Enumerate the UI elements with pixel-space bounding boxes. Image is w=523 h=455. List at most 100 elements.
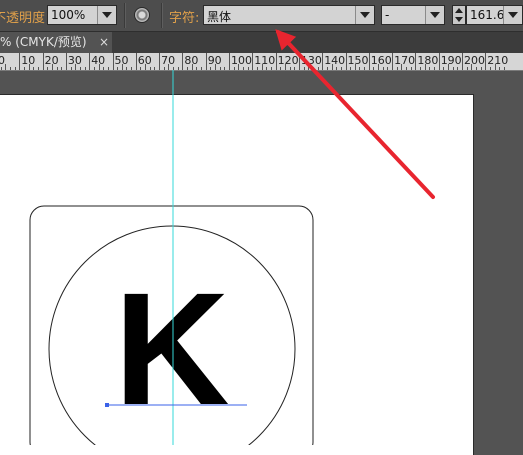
- ruler-minor-tick: [452, 67, 454, 70]
- ruler-minor-tick: [84, 67, 86, 70]
- font-style-value: -: [385, 8, 390, 22]
- divider: [161, 3, 162, 28]
- ruler-minor-tick: [489, 67, 491, 70]
- ruler-minor-tick: [37, 67, 39, 70]
- opacity-label: 不透明度:: [0, 11, 45, 26]
- ruler-minor-tick: [168, 64, 170, 70]
- ruler-minor-tick: [107, 67, 109, 70]
- ruler-tick-label: 180: [417, 54, 439, 67]
- ruler-minor-tick: [33, 67, 35, 70]
- chevron-down-icon[interactable]: [355, 6, 374, 24]
- ruler-minor-tick: [503, 67, 505, 70]
- ruler-minor-tick: [5, 64, 7, 70]
- ruler-minor-tick: [242, 67, 244, 70]
- ruler-tick-label: 100: [231, 54, 252, 67]
- ruler-minor-tick: [280, 67, 282, 70]
- ruler-tick-label: 170: [394, 54, 416, 67]
- ruler-tick-mark: [159, 53, 161, 70]
- document-tab-title: % (CMYK/预览): [0, 35, 87, 49]
- ruler-tick-label: 120: [277, 54, 299, 67]
- ruler-tick-mark: [19, 53, 21, 70]
- ruler-minor-tick: [266, 67, 268, 70]
- opacity-dropdown[interactable]: 100%: [47, 5, 117, 25]
- ruler-minor-tick: [215, 64, 217, 70]
- canvas-area[interactable]: [0, 71, 523, 455]
- ruler-minor-tick: [233, 67, 235, 70]
- ruler-minor-tick: [140, 67, 142, 70]
- ruler-tick-mark: [89, 53, 91, 70]
- ruler-minor-tick: [247, 67, 249, 70]
- font-size-stepper[interactable]: [452, 5, 466, 25]
- ruler-minor-tick: [117, 67, 119, 70]
- chevron-down-icon[interactable]: [425, 6, 444, 24]
- ruler-minor-tick: [312, 67, 314, 70]
- ruler-minor-tick: [126, 67, 128, 70]
- font-style-dropdown[interactable]: -: [381, 5, 445, 25]
- ruler-tick-mark: [65, 53, 67, 70]
- ruler-tick-label: 200: [464, 54, 485, 67]
- ruler-minor-tick: [270, 67, 272, 70]
- ruler-tick-label: 110: [254, 54, 276, 67]
- ruler-minor-tick: [350, 67, 352, 70]
- ruler-minor-tick: [163, 67, 165, 70]
- font-size-dropdown[interactable]: 161.6: [466, 5, 523, 25]
- ruler-tick-mark: [392, 53, 394, 70]
- ruler-minor-tick: [191, 64, 193, 70]
- font-size-value: 161.6: [470, 8, 505, 22]
- ruler-minor-tick: [219, 67, 221, 70]
- ruler-minor-tick: [494, 64, 496, 70]
- ruler-tick-label: 190: [440, 54, 462, 67]
- ruler-minor-tick: [429, 67, 431, 70]
- artboard[interactable]: [0, 94, 474, 455]
- ruler-minor-tick: [61, 67, 63, 70]
- horizontal-ruler[interactable]: 0 10 20 30 40 50 60 70 80 90 100 110 120 130 140 150 160…: [0, 53, 523, 71]
- ruler-minor-tick: [410, 67, 412, 70]
- ruler-minor-tick: [475, 67, 477, 70]
- ruler-tick-mark: [485, 53, 487, 70]
- ruler-tick-mark: [182, 53, 184, 70]
- ruler-minor-tick: [340, 67, 342, 70]
- ruler-minor-tick: [28, 64, 30, 70]
- character-label: 字符:: [169, 11, 200, 26]
- ruler-tick-mark: [298, 53, 300, 70]
- ruler-minor-tick: [14, 67, 16, 70]
- ruler-tick-mark: [322, 53, 324, 70]
- ruler-minor-tick: [121, 64, 123, 70]
- ruler-minor-tick: [499, 67, 501, 70]
- ruler-minor-tick: [387, 67, 389, 70]
- font-family-dropdown[interactable]: 黑体: [203, 5, 375, 25]
- ruler-minor-tick: [56, 67, 58, 70]
- chevron-down-icon[interactable]: [503, 6, 522, 24]
- document-tab[interactable]: % (CMYK/预览) ×: [0, 32, 112, 53]
- ruler-tick-mark: [112, 53, 114, 70]
- ruler-minor-tick: [406, 67, 408, 70]
- chevron-down-icon[interactable]: [97, 6, 116, 24]
- ruler-tick-mark: [368, 53, 370, 70]
- ruler-minor-tick: [9, 67, 11, 70]
- ruler-minor-tick: [196, 67, 198, 70]
- ruler-minor-tick: [308, 64, 310, 70]
- ruler-tick-label: 150: [347, 54, 369, 67]
- ruler-tick-mark: [135, 53, 137, 70]
- ruler-minor-tick: [284, 64, 286, 70]
- ruler-minor-tick: [336, 67, 338, 70]
- ruler-minor-tick: [331, 64, 333, 70]
- ruler-tick-label: 160: [370, 54, 392, 67]
- ruler-tick-mark: [345, 53, 347, 70]
- divider: [124, 3, 125, 28]
- ruler-minor-tick: [70, 67, 72, 70]
- ruler-minor-tick: [466, 67, 468, 70]
- ruler-minor-tick: [145, 64, 147, 70]
- ruler-minor-tick: [173, 67, 175, 70]
- control-bar: 不透明度: 100% 字符: 黑体 - 161.6: [0, 0, 523, 32]
- ruler-minor-tick: [326, 67, 328, 70]
- ruler-minor-tick: [382, 67, 384, 70]
- recolor-icon[interactable]: [134, 7, 150, 23]
- ruler-minor-tick: [471, 64, 473, 70]
- close-icon[interactable]: ×: [99, 32, 109, 53]
- ruler-minor-tick: [187, 67, 189, 70]
- ruler-minor-tick: [23, 67, 25, 70]
- ruler-minor-tick: [261, 64, 263, 70]
- ruler-minor-tick: [177, 67, 179, 70]
- ruler-minor-tick: [443, 67, 445, 70]
